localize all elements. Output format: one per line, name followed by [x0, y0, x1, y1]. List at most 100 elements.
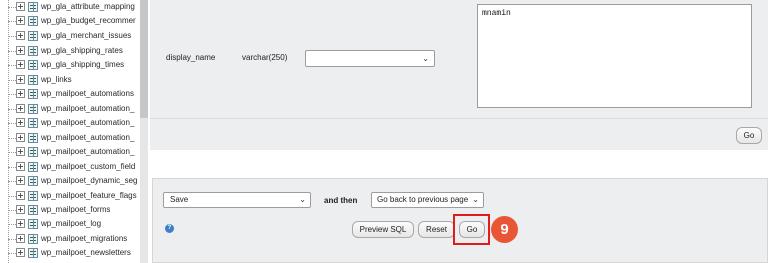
tree-item-label[interactable]: wp_mailpoet_forms — [41, 203, 139, 217]
function-select[interactable]: ⌄ — [305, 50, 435, 67]
table-icon — [28, 89, 38, 99]
tree-item-label[interactable]: wp_mailpoet_automation_ — [41, 116, 139, 130]
tree-item-table[interactable]: wp_mailpoet_dynamic_seg — [0, 174, 140, 188]
tree-item-table[interactable]: wp_mailpoet_automation_ — [0, 116, 140, 130]
tree-item-label[interactable]: wp_mailpoet_automation_ — [41, 102, 139, 116]
expand-plus-icon[interactable] — [16, 219, 25, 228]
expand-plus-icon[interactable] — [16, 75, 25, 84]
tree-branch-line — [8, 253, 16, 254]
go-button[interactable]: Go — [736, 127, 762, 144]
table-icon — [28, 31, 38, 41]
expand-plus-icon[interactable] — [16, 16, 25, 25]
table-icon — [28, 133, 38, 143]
tree-item-table[interactable]: wp_mailpoet_forms — [0, 203, 140, 217]
table-icon — [28, 2, 38, 12]
table-icon — [28, 46, 38, 56]
expand-plus-icon[interactable] — [16, 60, 25, 69]
tree-item-label[interactable]: wp_gla_attribute_mapping — [41, 0, 139, 14]
table-icon — [28, 176, 38, 186]
tree-item-table[interactable]: wp_mailpoet_custom_field — [0, 160, 140, 174]
expand-plus-icon[interactable] — [16, 2, 25, 11]
tree-item-label[interactable]: wp_gla_merchant_issues — [41, 29, 139, 43]
tree-item-table[interactable]: wp_mailpoet_migrations — [0, 232, 140, 246]
table-icon — [28, 205, 38, 215]
tree-item-table[interactable]: wp_gla_attribute_mapping — [0, 0, 140, 14]
tree-item-table[interactable]: wp_mailpoet_automation_ — [0, 145, 140, 159]
tree-item-label[interactable]: wp_mailpoet_dynamic_seg — [41, 174, 139, 188]
tree-item-table[interactable]: wp_mailpoet_feature_flags — [0, 189, 140, 203]
table-icon — [28, 191, 38, 201]
tree-branch-line — [8, 152, 16, 153]
submit-options-panel: Save ⌄ and then Go back to previous page… — [152, 178, 768, 263]
tree-branch-line — [8, 80, 16, 81]
expand-plus-icon[interactable] — [16, 248, 25, 257]
value-textarea[interactable]: mnamin — [477, 4, 752, 108]
tree-item-table[interactable]: wp_mailpoet_automation_ — [0, 102, 140, 116]
phpmyadmin-edit-row-screen: wp_gla_attribute_mapping wp_gla_budget_r… — [0, 0, 768, 263]
tree-branch-line — [8, 210, 16, 211]
tree-item-label[interactable]: wp_mailpoet_custom_field — [41, 160, 139, 174]
tree-item-label[interactable]: wp_mailpoet_automations — [41, 87, 139, 101]
tree-item-table[interactable]: wp_mailpoet_newsletters — [0, 246, 140, 260]
tree-branch-line — [8, 196, 16, 197]
expand-plus-icon[interactable] — [16, 191, 25, 200]
tree-item-table[interactable]: wp_mailpoet_automation_ — [0, 131, 140, 145]
expand-plus-icon[interactable] — [16, 133, 25, 142]
save-action-select[interactable]: Save ⌄ — [163, 192, 311, 208]
tree-item-label[interactable]: wp_mailpoet_automation_ — [41, 131, 139, 145]
tree-item-table[interactable]: wp_links — [0, 73, 140, 87]
tree-item-label[interactable]: wp_gla_shipping_times — [41, 58, 139, 72]
tree-branch-line — [8, 239, 16, 240]
tree-branch-line — [8, 138, 16, 139]
tree-item-table[interactable]: wp_mailpoet_automations — [0, 87, 140, 101]
tree-item-label[interactable]: wp_mailpoet_feature_flags — [41, 189, 139, 203]
after-insert-value: Go back to previous page — [377, 195, 469, 204]
tree-item-label[interactable]: wp_gla_budget_recommer — [41, 14, 139, 28]
tree-branch-line — [8, 167, 16, 168]
expand-plus-icon[interactable] — [16, 104, 25, 113]
save-action-value: Save — [170, 195, 189, 204]
field-go-row: Go — [150, 118, 768, 150]
tree-item-label[interactable]: wp_mailpoet_migrations — [41, 232, 139, 246]
navigation-tree: wp_gla_attribute_mapping wp_gla_budget_r… — [0, 0, 150, 263]
expand-plus-icon[interactable] — [16, 176, 25, 185]
tree-item-label[interactable]: wp_gla_shipping_rates — [41, 44, 139, 58]
preview-sql-button[interactable]: Preview SQL — [352, 221, 414, 238]
column-type: varchar(250) — [242, 53, 288, 62]
help-icon[interactable]: ? — [165, 224, 174, 233]
tree-branch-line — [8, 123, 16, 124]
and-then-label: and then — [324, 196, 358, 205]
expand-plus-icon[interactable] — [16, 31, 25, 40]
column-name: display_name — [166, 53, 216, 62]
tree-branch-line — [8, 36, 16, 37]
table-icon — [28, 60, 38, 70]
tree-item-label[interactable]: wp_mailpoet_log — [41, 217, 139, 231]
step-highlight-box — [453, 214, 490, 245]
tree-branch-line — [8, 21, 16, 22]
table-icon — [28, 147, 38, 157]
tree-item-label[interactable]: wp_mailpoet_automation_ — [41, 145, 139, 159]
expand-plus-icon[interactable] — [16, 162, 25, 171]
sidebar-scrollbar-thumb[interactable] — [140, 0, 148, 118]
edit-row-panel: display_name varchar(250) ⌄ mnamin Go Sa… — [150, 0, 768, 263]
table-icon — [28, 234, 38, 244]
after-insert-select[interactable]: Go back to previous page ⌄ — [371, 192, 484, 208]
tree-item-table[interactable]: wp_gla_shipping_rates — [0, 44, 140, 58]
tree-item-table[interactable]: wp_mailpoet_log — [0, 217, 140, 231]
expand-plus-icon[interactable] — [16, 205, 25, 214]
tree-item-label[interactable]: wp_mailpoet_newsletters — [41, 246, 139, 260]
expand-plus-icon[interactable] — [16, 234, 25, 243]
tree-item-table[interactable]: wp_gla_shipping_times — [0, 58, 140, 72]
expand-plus-icon[interactable] — [16, 118, 25, 127]
table-icon — [28, 248, 38, 258]
expand-plus-icon[interactable] — [16, 147, 25, 156]
expand-plus-icon[interactable] — [16, 46, 25, 55]
table-icon — [28, 219, 38, 229]
tree-branch-line — [8, 51, 16, 52]
chevron-down-icon: ⌄ — [299, 195, 306, 204]
tree-item-table[interactable]: wp_gla_merchant_issues — [0, 29, 140, 43]
reset-button[interactable]: Reset — [418, 221, 455, 238]
tree-item-table[interactable]: wp_gla_budget_recommer — [0, 14, 140, 28]
tree-item-label[interactable]: wp_links — [41, 73, 139, 87]
expand-plus-icon[interactable] — [16, 89, 25, 98]
